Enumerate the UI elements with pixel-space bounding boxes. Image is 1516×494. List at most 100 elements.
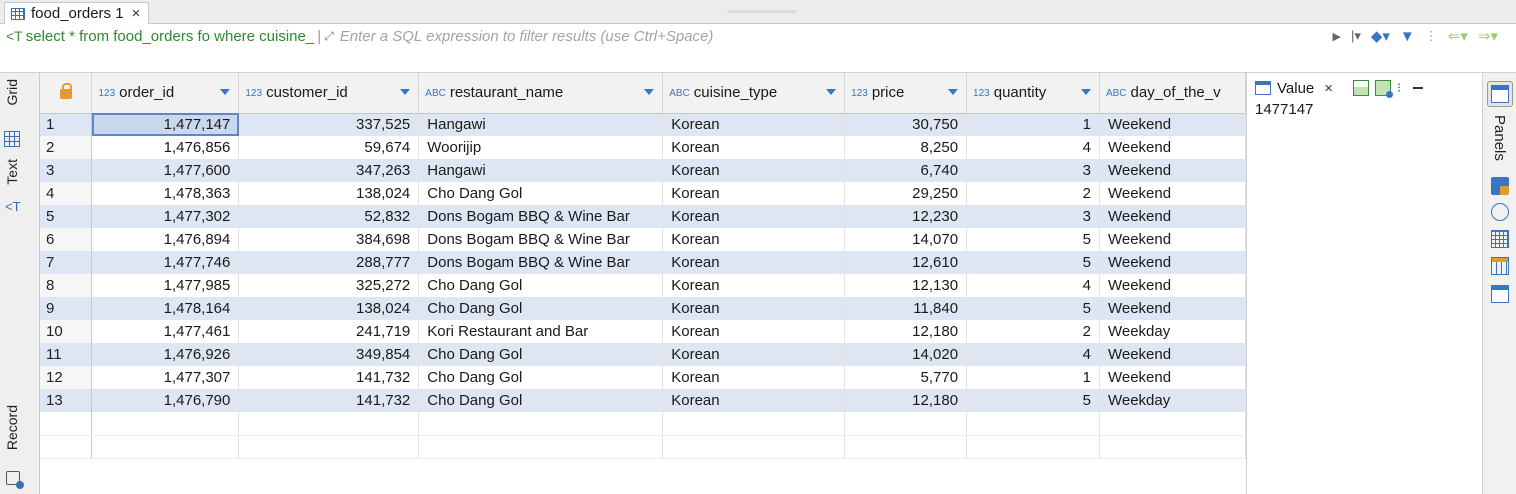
table-cell[interactable]: Woorijip bbox=[418, 136, 664, 159]
column-header-cuisine-type[interactable]: ABC cuisine_type bbox=[662, 73, 846, 114]
table-cell[interactable]: Korean bbox=[662, 320, 846, 343]
save-to-file-icon[interactable] bbox=[1375, 80, 1394, 98]
table-cell[interactable]: Weekend bbox=[1099, 136, 1246, 159]
table-cell[interactable]: Cho Dang Gol bbox=[418, 389, 664, 412]
table-cell[interactable]: 1,477,746 bbox=[91, 251, 240, 274]
column-header-order-id[interactable]: 123 order_id bbox=[91, 73, 240, 114]
table-cell[interactable]: Weekend bbox=[1099, 159, 1246, 182]
filter-icon[interactable]: ▼ bbox=[1400, 28, 1415, 45]
table-cell[interactable]: Korean bbox=[662, 113, 846, 136]
close-icon[interactable]: × bbox=[132, 5, 141, 22]
table-cell[interactable]: Korean bbox=[662, 228, 846, 251]
expand-icon[interactable]: ⤢ bbox=[324, 29, 334, 44]
row-number[interactable]: 2 bbox=[40, 136, 93, 159]
column-header-day-of-the-week[interactable]: ABC day_of_the_v bbox=[1099, 73, 1246, 114]
grid-view-tab[interactable]: Grid bbox=[4, 79, 20, 105]
row-number[interactable]: 8 bbox=[40, 274, 93, 297]
table-cell[interactable]: 1,478,363 bbox=[91, 182, 240, 205]
eraser-icon[interactable]: ◆▾ bbox=[1371, 27, 1390, 45]
table-cell[interactable]: Cho Dang Gol bbox=[418, 274, 664, 297]
table-cell[interactable]: 349,854 bbox=[238, 343, 420, 366]
table-cell[interactable]: 325,272 bbox=[238, 274, 420, 297]
save-icon[interactable] bbox=[1353, 80, 1370, 96]
table-cell[interactable]: 5 bbox=[966, 389, 1100, 412]
table-cell[interactable]: 8,250 bbox=[844, 136, 968, 159]
panels-label[interactable]: Panels bbox=[1491, 115, 1508, 161]
table-cell[interactable]: 1 bbox=[966, 113, 1100, 136]
row-number[interactable]: 5 bbox=[40, 205, 93, 228]
drag-handle[interactable] bbox=[727, 10, 797, 13]
table-cell[interactable]: Cho Dang Gol bbox=[418, 297, 664, 320]
table-row[interactable]: 12 1,477,307 141,732 Cho Dang Gol Korean 5,77… bbox=[40, 366, 1246, 389]
table-cell[interactable]: Dons Bogam BBQ & Wine Bar bbox=[418, 205, 664, 228]
table-cell[interactable]: Korean bbox=[662, 251, 846, 274]
table-cell[interactable]: 1,477,302 bbox=[91, 205, 240, 228]
table-cell[interactable]: Weekend bbox=[1099, 113, 1246, 136]
table-cell[interactable]: Korean bbox=[662, 182, 846, 205]
table-cell[interactable]: Weekday bbox=[1099, 389, 1246, 412]
table-row[interactable]: 2 1,476,856 59,674 Woorijip Korean 8,250 4 Week… bbox=[40, 136, 1246, 159]
table-cell[interactable]: 5 bbox=[966, 228, 1100, 251]
table-cell[interactable]: Weekend bbox=[1099, 274, 1246, 297]
table-cell[interactable]: 4 bbox=[966, 136, 1100, 159]
table-cell[interactable]: 4 bbox=[966, 343, 1100, 366]
table-cell[interactable]: 288,777 bbox=[238, 251, 420, 274]
value-panel-icon[interactable] bbox=[1491, 85, 1509, 103]
table-cell[interactable]: 1,478,164 bbox=[91, 297, 240, 320]
table-cell[interactable]: 52,832 bbox=[238, 205, 420, 228]
sort-icon[interactable] bbox=[948, 89, 959, 95]
table-cell[interactable]: Korean bbox=[662, 205, 846, 228]
table-row[interactable]: 6 1,476,894 384,698 Dons Bogam BBQ & Wine B… bbox=[40, 228, 1246, 251]
table-cell[interactable]: 29,250 bbox=[844, 182, 968, 205]
table-cell[interactable]: 12,230 bbox=[844, 205, 968, 228]
presentation-icon[interactable] bbox=[1491, 285, 1509, 303]
table-cell[interactable]: Dons Bogam BBQ & Wine Bar bbox=[418, 228, 664, 251]
table-cell[interactable]: 30,750 bbox=[844, 113, 968, 136]
row-number[interactable]: 1 bbox=[40, 113, 93, 136]
close-icon[interactable]: × bbox=[1324, 80, 1333, 97]
column-header-restaurant-name[interactable]: ABC restaurant_name bbox=[418, 73, 664, 114]
table-cell[interactable]: 1,476,926 bbox=[91, 343, 240, 366]
row-number[interactable]: 3 bbox=[40, 159, 93, 182]
row-lock-header[interactable] bbox=[40, 73, 93, 114]
table-row[interactable]: 13 1,476,790 141,732 Cho Dang Gol Korean 12,1… bbox=[40, 389, 1246, 412]
forward-arrow-icon[interactable]: ⇒▾ bbox=[1478, 27, 1498, 45]
table-cell[interactable]: Kori Restaurant and Bar bbox=[418, 320, 664, 343]
metadata-icon[interactable] bbox=[1491, 177, 1509, 195]
minimize-icon[interactable] bbox=[1413, 87, 1424, 89]
table-cell[interactable]: 5,770 bbox=[844, 366, 968, 389]
table-cell[interactable]: 347,263 bbox=[238, 159, 420, 182]
column-header-quantity[interactable]: 123 quantity bbox=[966, 73, 1100, 114]
table-cell[interactable]: Korean bbox=[662, 389, 846, 412]
table-row[interactable]: 1 1,477,147 337,525 Hangawi Korean 30,750 1 Wee… bbox=[40, 113, 1246, 136]
table-cell[interactable]: 2 bbox=[966, 320, 1100, 343]
table-cell[interactable]: 3 bbox=[966, 205, 1100, 228]
row-number[interactable]: 4 bbox=[40, 182, 93, 205]
table-cell[interactable]: 59,674 bbox=[238, 136, 420, 159]
back-arrow-icon[interactable]: ⇐▾ bbox=[1448, 27, 1468, 45]
table-cell[interactable]: 1 bbox=[966, 366, 1100, 389]
table-cell[interactable]: 1,477,307 bbox=[91, 366, 240, 389]
table-cell[interactable]: Dons Bogam BBQ & Wine Bar bbox=[418, 251, 664, 274]
record-view-tab[interactable]: Record bbox=[4, 405, 20, 450]
table-row[interactable]: 9 1,478,164 138,024 Cho Dang Gol Korean 11,84… bbox=[40, 297, 1246, 320]
table-cell[interactable]: Weekend bbox=[1099, 251, 1246, 274]
table-cell[interactable]: 12,180 bbox=[844, 389, 968, 412]
sort-icon[interactable] bbox=[644, 89, 655, 95]
table-cell[interactable]: 11,840 bbox=[844, 297, 968, 320]
table-cell[interactable]: Weekend bbox=[1099, 205, 1246, 228]
sort-icon[interactable] bbox=[220, 89, 231, 95]
table-cell[interactable]: 138,024 bbox=[238, 297, 420, 320]
calculator-icon[interactable] bbox=[1491, 203, 1509, 221]
table-cell[interactable]: 1,476,790 bbox=[91, 389, 240, 412]
record-icon[interactable] bbox=[6, 471, 24, 489]
table-cell[interactable]: 1,477,985 bbox=[91, 274, 240, 297]
table-cell[interactable]: 5 bbox=[966, 251, 1100, 274]
execute-filter-icon[interactable]: ▶ bbox=[1332, 30, 1340, 43]
table-cell[interactable]: 3 bbox=[966, 159, 1100, 182]
table-cell[interactable]: Weekend bbox=[1099, 366, 1246, 389]
table-row[interactable]: 5 1,477,302 52,832 Dons Bogam BBQ & Wine Ba… bbox=[40, 205, 1246, 228]
table-cell[interactable]: 1,477,461 bbox=[91, 320, 240, 343]
table-cell[interactable]: Hangawi bbox=[418, 159, 664, 182]
table-cell[interactable]: 138,024 bbox=[238, 182, 420, 205]
